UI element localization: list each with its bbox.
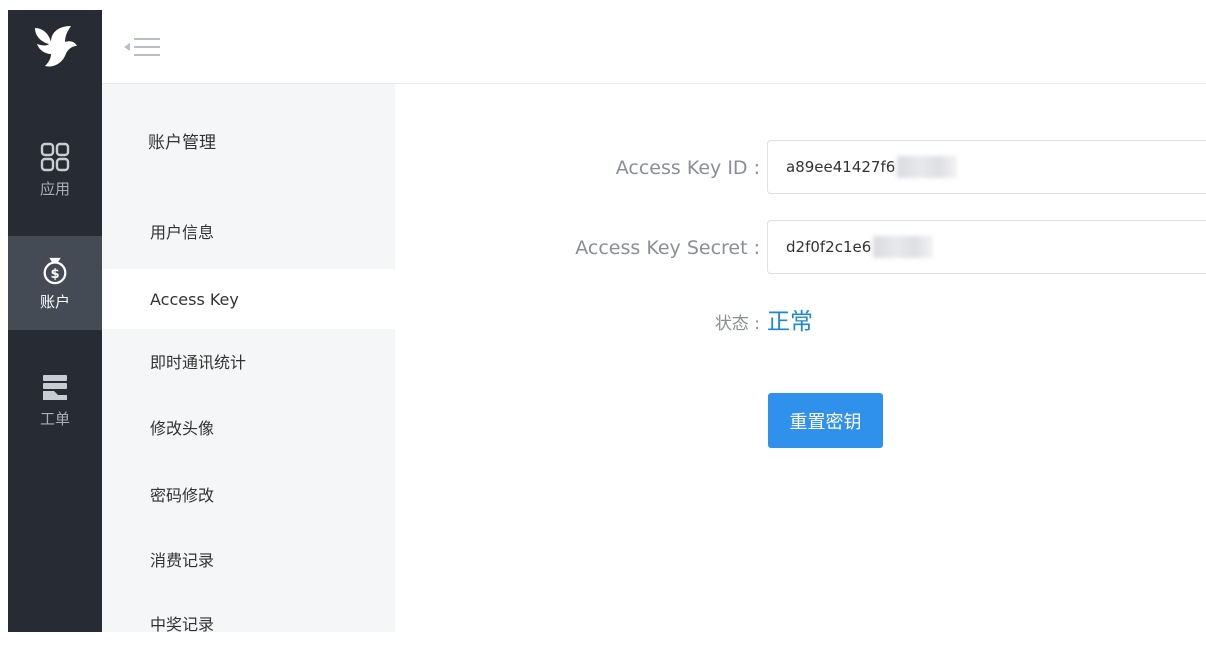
status-value: 正常 <box>767 309 813 335</box>
submenu-item-label: Access Key <box>150 289 239 309</box>
access-key-id-field[interactable]: a89ee41427f6 <box>767 140 1206 194</box>
left-rail: 应用 $ 账户 工单 <box>8 10 102 632</box>
access-key-id-row: Access Key ID : a89ee41427f6 <box>395 140 1206 196</box>
rail-item-account[interactable]: $ 账户 <box>8 236 102 330</box>
submenu-item-label: 修改头像 <box>150 419 215 438</box>
bird-logo-icon <box>35 26 77 67</box>
submenu-item-prize-records[interactable]: 中奖记录 <box>102 593 395 653</box>
submenu-item-label: 消费记录 <box>150 551 215 570</box>
submenu-item-access-key[interactable]: Access Key <box>102 269 395 329</box>
access-key-id-label: Access Key ID : <box>615 157 760 179</box>
money-bag-icon: $ <box>40 255 70 285</box>
reset-key-button[interactable]: 重置密钥 <box>768 393 883 448</box>
submenu-item-consumption-records[interactable]: 消费记录 <box>102 529 395 589</box>
submenu-item-label: 中奖记录 <box>150 615 215 634</box>
rail-item-label: 账户 <box>39 292 70 311</box>
rail-item-tickets[interactable]: 工单 <box>8 352 102 448</box>
access-key-secret-row: Access Key Secret : d2f0f2c1e6 <box>395 220 1206 276</box>
redaction-blur <box>873 236 934 258</box>
status-label: 状态 : <box>714 314 760 334</box>
account-submenu: 账户管理 用户信息 Access Key 即时通讯统计 修改头像 密码修改 消费… <box>102 84 395 634</box>
submenu-item-im-stats[interactable]: 即时通讯统计 <box>102 331 395 391</box>
access-key-panel: Access Key ID : a89ee41427f6 Access Key … <box>395 84 1206 632</box>
svg-text:$: $ <box>50 266 59 281</box>
rail-item-apps[interactable]: 应用 <box>8 122 102 218</box>
collapse-sidebar-button[interactable] <box>116 32 166 62</box>
grid-icon <box>40 142 70 172</box>
menu-collapse-icon <box>124 38 160 56</box>
submenu-item-change-avatar[interactable]: 修改头像 <box>102 397 395 457</box>
rail-item-label: 应用 <box>39 179 70 198</box>
submenu-item-user-info[interactable]: 用户信息 <box>102 201 395 261</box>
access-key-secret-value: d2f0f2c1e6 <box>786 238 872 256</box>
ticket-stack-icon <box>40 372 70 402</box>
top-header <box>102 10 1206 84</box>
submenu-item-label: 用户信息 <box>150 223 215 242</box>
submenu-item-change-password[interactable]: 密码修改 <box>102 464 395 524</box>
redaction-blur <box>897 156 958 178</box>
access-key-secret-label: Access Key Secret : <box>575 237 760 259</box>
submenu-item-label: 密码修改 <box>150 486 215 505</box>
logo[interactable] <box>8 10 102 82</box>
submenu-item-label: 即时通讯统计 <box>150 353 247 372</box>
rail-item-label: 工单 <box>39 409 70 428</box>
submenu-title: 账户管理 <box>148 133 216 153</box>
access-key-id-value: a89ee41427f6 <box>786 158 896 176</box>
access-key-secret-field[interactable]: d2f0f2c1e6 <box>767 220 1206 274</box>
